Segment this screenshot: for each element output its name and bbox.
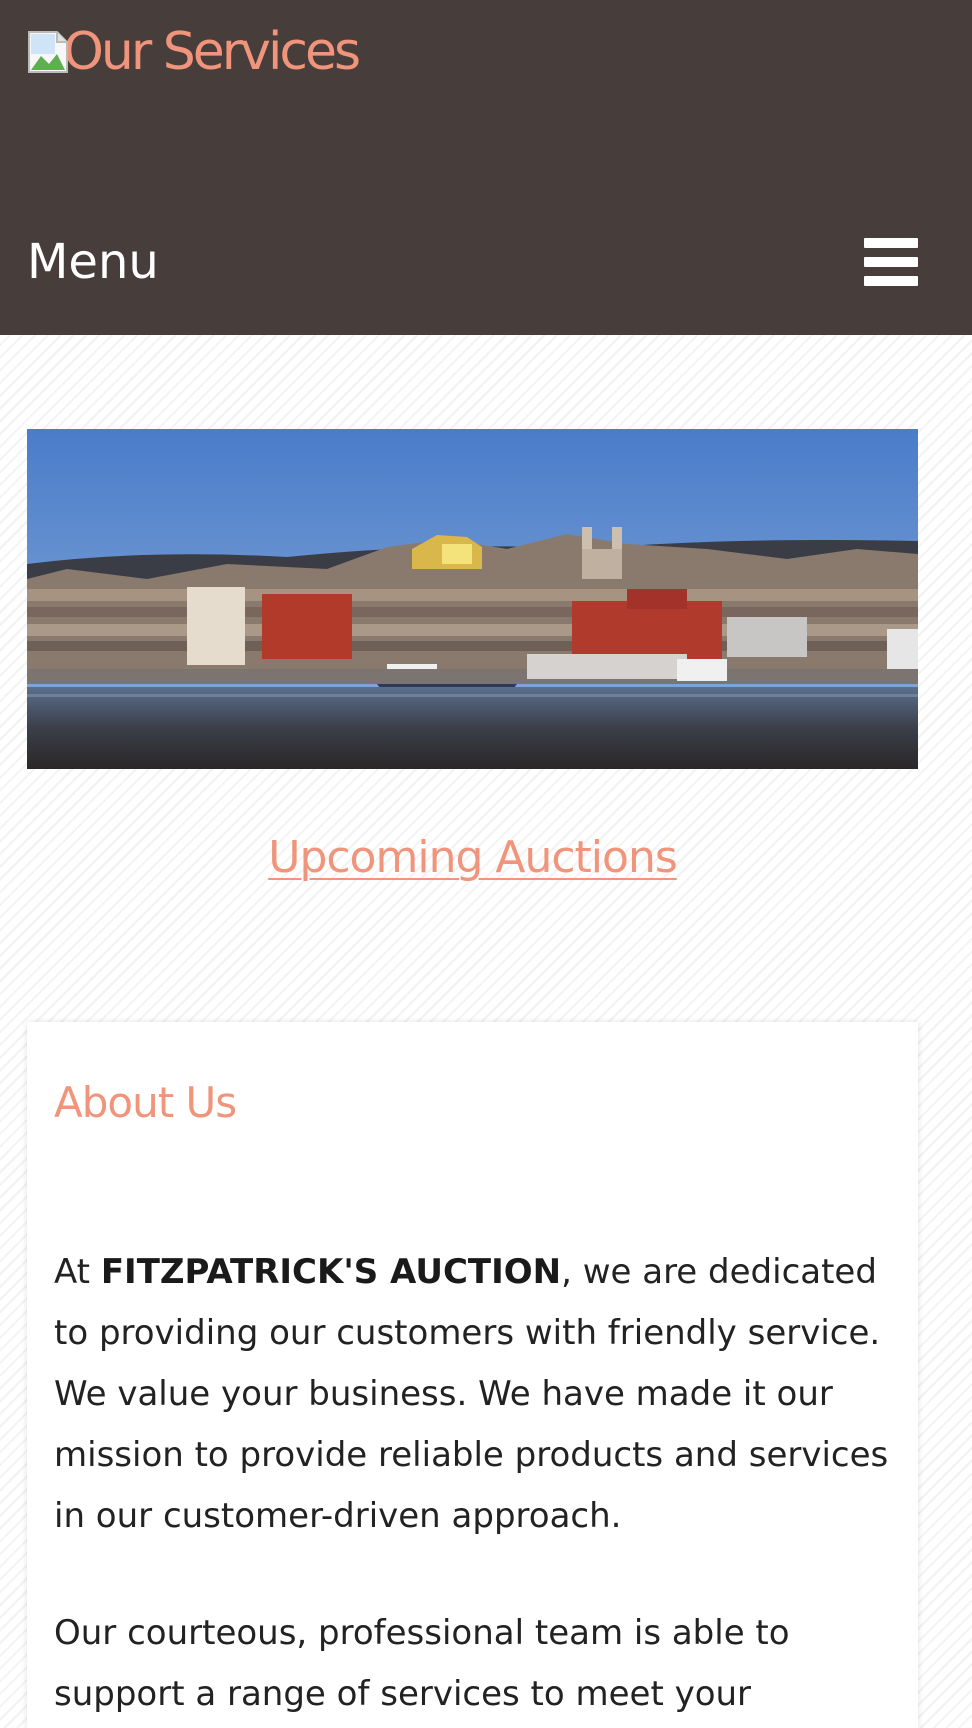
site-header: Our Services Menu (0, 0, 972, 335)
hamburger-menu-icon[interactable] (864, 238, 918, 286)
logo-text: Our Services (63, 22, 361, 82)
intro-prefix: At (54, 1252, 101, 1292)
company-name: FITZPATRICK'S AUCTION (100, 1252, 562, 1292)
intro-suffix: , we are dedicated to providing our cust… (54, 1252, 889, 1536)
site-logo[interactable]: Our Services (27, 22, 361, 82)
about-paragraph-2: Our courteous, professional team is able… (54, 1613, 790, 1714)
broken-image-icon (27, 30, 69, 74)
upcoming-auctions-link[interactable]: Upcoming Auctions (0, 832, 945, 883)
hero-image (27, 429, 918, 769)
about-us-title: About Us (54, 1078, 237, 1127)
about-paragraph-1: At FITZPATRICK'S AUCTION, we are dedicat… (54, 1242, 894, 1547)
about-us-card: About Us At FITZPATRICK'S AUCTION, we ar… (27, 1022, 918, 1728)
menu-label[interactable]: Menu (27, 232, 159, 292)
about-us-body: At FITZPATRICK'S AUCTION, we are dedicat… (54, 1242, 894, 1728)
